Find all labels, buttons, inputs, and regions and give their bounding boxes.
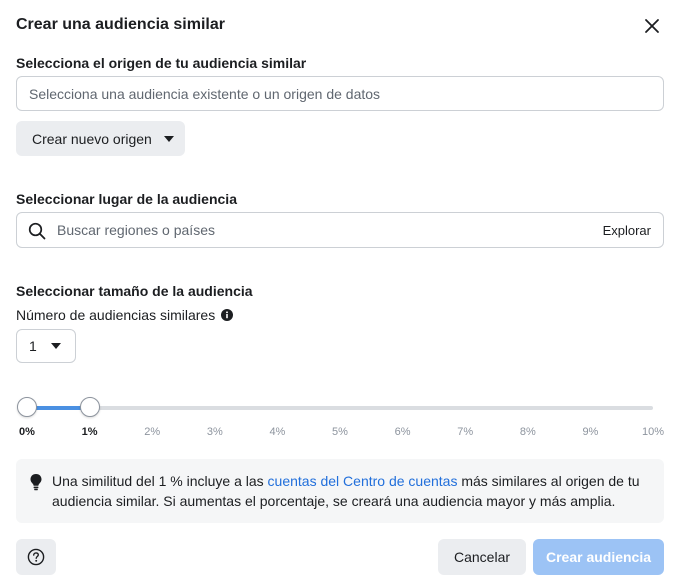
- similarity-hint: Una similitud del 1 % incluye a las cuen…: [16, 459, 664, 523]
- create-new-origin-label: Crear nuevo origen: [32, 130, 152, 147]
- slider-start-handle[interactable]: [17, 397, 37, 417]
- slider-tick-label: 3%: [206, 426, 223, 438]
- slider-tick-label: 2%: [144, 426, 161, 438]
- lookalike-count-text: Número de audiencias similares: [16, 307, 216, 323]
- explore-link[interactable]: Explorar: [603, 223, 651, 238]
- info-icon[interactable]: [221, 309, 234, 321]
- create-lookalike-dialog: Crear una audiencia similar Selecciona e…: [0, 0, 677, 584]
- accounts-center-link[interactable]: cuentas del Centro de cuentas: [268, 473, 458, 489]
- location-search-input[interactable]: [57, 213, 557, 247]
- slider-tick-label: 0%: [19, 426, 35, 438]
- hint-text: Una similitud del 1 % incluye a las cuen…: [52, 471, 652, 511]
- dialog-title: Crear una audiencia similar: [16, 16, 225, 33]
- slider-tick-label: 1%: [81, 426, 98, 438]
- search-icon: [28, 222, 46, 240]
- slider-tick-label: 6%: [394, 426, 411, 438]
- caret-down-icon: [163, 135, 174, 142]
- size-label: Seleccionar tamaño de la audiencia: [16, 283, 253, 299]
- location-label: Seleccionar lugar de la audiencia: [16, 191, 237, 207]
- origin-label: Selecciona el origen de tu audiencia sim…: [16, 55, 307, 71]
- lightbulb-icon: [30, 474, 42, 491]
- slider-tick-label: 8%: [519, 426, 536, 438]
- slider-tick-label: 7%: [457, 426, 474, 438]
- lookalike-count-label: Número de audiencias similares: [16, 307, 234, 323]
- help-button[interactable]: [16, 539, 56, 575]
- slider-track[interactable]: [27, 406, 653, 410]
- create-new-origin-button[interactable]: Crear nuevo origen: [16, 121, 185, 156]
- question-circle-icon: [27, 548, 45, 566]
- create-audience-button[interactable]: Crear audiencia: [533, 539, 664, 575]
- origin-input[interactable]: [16, 76, 664, 111]
- slider-tick-label: 9%: [582, 426, 599, 438]
- location-search-box: Explorar: [16, 212, 664, 248]
- cancel-button[interactable]: Cancelar: [438, 539, 526, 575]
- lookalike-count-select[interactable]: 1: [16, 329, 76, 363]
- slider-tick-label: 5%: [332, 426, 348, 438]
- slider-tick-label: 10%: [641, 426, 665, 438]
- slider-tick-label: 4%: [269, 426, 286, 438]
- slider-end-handle[interactable]: [79, 397, 100, 417]
- hint-text-before: Una similitud del 1 % incluye a las: [52, 473, 268, 489]
- audience-size-slider[interactable]: 0% 1% 2% 3% 4% 5% 6% 7% 8% 9% 10%: [0, 395, 677, 445]
- close-icon[interactable]: [641, 15, 663, 37]
- caret-down-icon: [50, 343, 61, 349]
- lookalike-count-value: 1: [29, 338, 37, 354]
